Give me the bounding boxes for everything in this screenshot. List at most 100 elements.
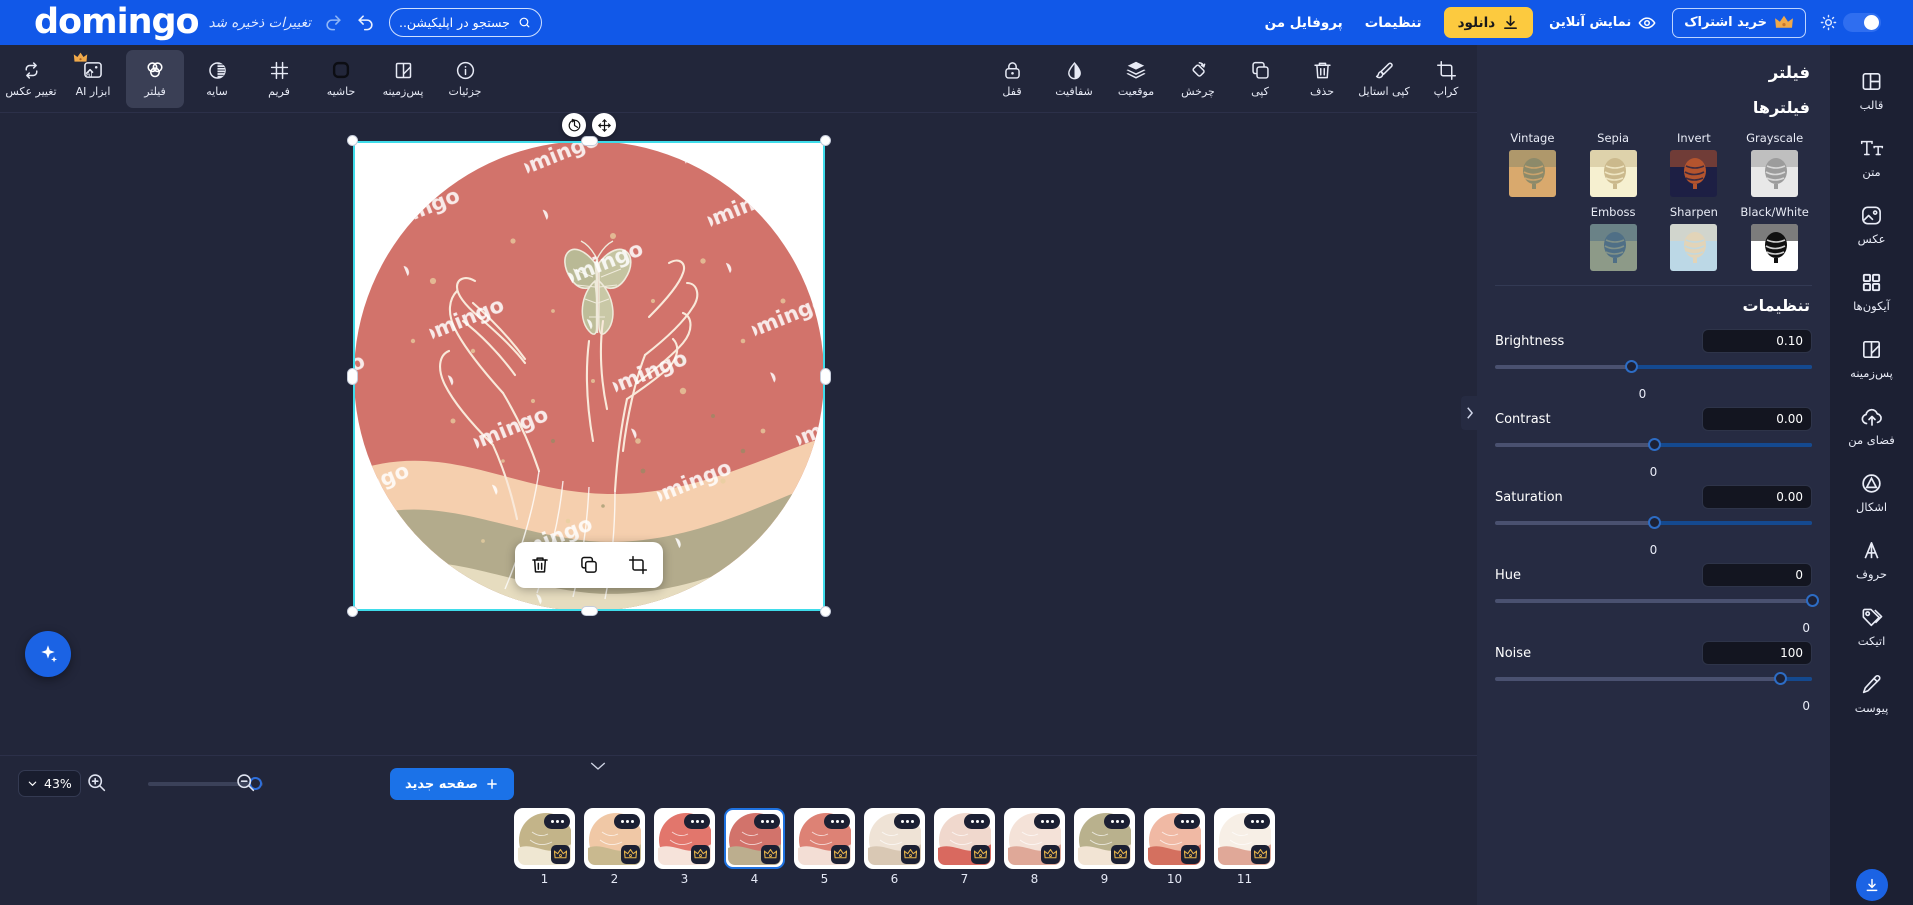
adjustment-slider[interactable] bbox=[1495, 515, 1812, 541]
adjustment-value-input[interactable]: 0.00 bbox=[1702, 485, 1812, 509]
resize-handle-top-right[interactable] bbox=[820, 135, 831, 146]
slider-knob[interactable] bbox=[1647, 516, 1661, 529]
sidebar-item-my-space[interactable]: فضای من bbox=[1835, 394, 1909, 458]
tool-delete[interactable]: حذف bbox=[1293, 50, 1351, 108]
resize-handle-middle-left[interactable] bbox=[347, 368, 358, 385]
new-page-button[interactable]: صفحه جدید bbox=[390, 768, 514, 800]
zoom-level-selector[interactable]: 43% bbox=[18, 770, 81, 797]
tool-lock[interactable]: قفل bbox=[983, 50, 1041, 108]
page-thumbnail-item[interactable]: 4 bbox=[724, 808, 785, 886]
thumbnail-menu-button[interactable] bbox=[684, 814, 710, 829]
tool-details[interactable]: جزئیات bbox=[436, 50, 494, 108]
adjustment-slider[interactable] bbox=[1495, 593, 1819, 619]
canvas-area[interactable]: domingo domingo bbox=[0, 113, 1477, 755]
filter-item-black-white[interactable]: Black/White bbox=[1737, 205, 1812, 271]
filter-item-grayscale[interactable]: Grayscale bbox=[1737, 131, 1812, 197]
zoom-in-button[interactable] bbox=[86, 772, 107, 793]
thumbnail-menu-button[interactable] bbox=[824, 814, 850, 829]
resize-handle-top-center[interactable] bbox=[581, 136, 598, 146]
adjustment-value-input[interactable]: 0.00 bbox=[1702, 407, 1812, 431]
redo-icon[interactable] bbox=[321, 10, 347, 36]
sidebar-item-template[interactable]: قالب bbox=[1835, 59, 1909, 123]
sidebar-item-background[interactable]: پس‌زمینه bbox=[1835, 327, 1909, 391]
tool-rotate[interactable]: چرخش bbox=[1169, 50, 1227, 108]
filter-item-sepia[interactable]: Sepia bbox=[1576, 131, 1651, 197]
online-preview-button[interactable]: نمایش آنلاین bbox=[1549, 14, 1656, 32]
sidebar-item-tag[interactable]: اتیکت bbox=[1835, 595, 1909, 659]
page-thumbnail[interactable] bbox=[1074, 808, 1135, 869]
page-thumbnail[interactable] bbox=[934, 808, 995, 869]
sidebar-download-fab[interactable] bbox=[1855, 869, 1888, 901]
move-icon[interactable] bbox=[592, 113, 616, 137]
filter-item-invert[interactable]: Invert bbox=[1657, 131, 1732, 197]
page-thumbnail[interactable] bbox=[1214, 808, 1275, 869]
slider-knob[interactable] bbox=[1647, 438, 1661, 451]
tool-duplicate[interactable]: کپی bbox=[1231, 50, 1289, 108]
page-thumbnail[interactable] bbox=[584, 808, 645, 869]
page-thumbnail-item[interactable]: 11 bbox=[1214, 808, 1275, 886]
resize-handle-top-left[interactable] bbox=[347, 135, 358, 146]
tool-frame[interactable]: فریم bbox=[250, 50, 308, 108]
settings-link[interactable]: تنظیمات bbox=[1365, 15, 1422, 31]
sidebar-item-letters[interactable]: حروف bbox=[1835, 528, 1909, 592]
thumbnail-menu-button[interactable] bbox=[1104, 814, 1130, 829]
ai-assistant-button[interactable] bbox=[25, 631, 71, 677]
collapse-pages-button[interactable] bbox=[589, 760, 607, 772]
page-thumbnail-item[interactable]: 1 bbox=[514, 808, 575, 886]
page-thumbnail-item[interactable]: 8 bbox=[1004, 808, 1065, 886]
tool-shadow[interactable]: سایه bbox=[188, 50, 246, 108]
adjustment-slider[interactable] bbox=[1495, 359, 1812, 385]
rotate-icon[interactable] bbox=[562, 113, 586, 137]
theme-toggle-switch[interactable] bbox=[1843, 13, 1881, 32]
page-thumbnail[interactable] bbox=[864, 808, 925, 869]
adjustment-value-input[interactable]: 0 bbox=[1702, 563, 1812, 587]
thumbnail-menu-button[interactable] bbox=[1174, 814, 1200, 829]
float-delete-icon[interactable] bbox=[530, 555, 550, 575]
thumbnail-menu-button[interactable] bbox=[614, 814, 640, 829]
sidebar-item-shapes[interactable]: اشکال bbox=[1835, 461, 1909, 525]
profile-link[interactable]: پروفایل من bbox=[1265, 15, 1343, 31]
resize-handle-bottom-left[interactable] bbox=[347, 606, 358, 617]
filter-item-sharpen[interactable]: Sharpen bbox=[1657, 205, 1732, 271]
tool-swap-image[interactable]: تغییر عکس bbox=[2, 50, 60, 108]
page-thumbnail[interactable] bbox=[724, 808, 785, 869]
sidebar-item-icons[interactable]: آیکون‌ها bbox=[1835, 260, 1909, 324]
page-thumbnails-strip[interactable]: 1 2 3 4 5 6 7 8 9 10 11 bbox=[0, 808, 1477, 902]
buy-subscription-button[interactable]: خرید اشتراک bbox=[1672, 7, 1806, 38]
page-thumbnail-item[interactable]: 7 bbox=[934, 808, 995, 886]
page-thumbnail-item[interactable]: 5 bbox=[794, 808, 855, 886]
sidebar-item-pencil[interactable]: پیوست bbox=[1835, 662, 1909, 726]
filter-item-emboss[interactable]: Emboss bbox=[1576, 205, 1651, 271]
download-button[interactable]: دانلود bbox=[1443, 7, 1534, 38]
page-thumbnail-item[interactable]: 10 bbox=[1144, 808, 1205, 886]
resize-handle-bottom-center[interactable] bbox=[581, 606, 598, 616]
page-thumbnail-item[interactable]: 2 bbox=[584, 808, 645, 886]
page-thumbnail[interactable] bbox=[1004, 808, 1065, 869]
tool-position[interactable]: موقعیت bbox=[1107, 50, 1165, 108]
thumbnail-menu-button[interactable] bbox=[754, 814, 780, 829]
tool-filter[interactable]: فیلتر bbox=[126, 49, 184, 108]
page-canvas[interactable]: domingo domingo bbox=[347, 113, 831, 617]
adjustment-value-input[interactable]: 0.10 bbox=[1702, 329, 1812, 353]
thumbnail-menu-button[interactable] bbox=[1034, 814, 1060, 829]
zoom-out-button[interactable] bbox=[235, 772, 256, 793]
page-thumbnail[interactable] bbox=[654, 808, 715, 869]
float-crop-icon[interactable] bbox=[628, 555, 648, 575]
tool-crop[interactable]: کراپ bbox=[1417, 50, 1475, 108]
slider-knob[interactable] bbox=[1806, 594, 1819, 607]
page-thumbnail[interactable] bbox=[794, 808, 855, 869]
tool-ai-tools[interactable]: AI ابزار AI bbox=[64, 50, 122, 108]
sidebar-item-image[interactable]: عکس bbox=[1835, 193, 1909, 257]
thumbnail-menu-button[interactable] bbox=[1244, 814, 1270, 829]
filter-item-vintage[interactable]: Vintage bbox=[1495, 131, 1570, 197]
resize-handle-middle-right[interactable] bbox=[820, 368, 831, 385]
thumbnail-menu-button[interactable] bbox=[544, 814, 570, 829]
thumbnail-menu-button[interactable] bbox=[964, 814, 990, 829]
tool-border[interactable]: حاشیه bbox=[312, 50, 370, 108]
undo-icon[interactable] bbox=[353, 10, 379, 36]
slider-knob[interactable] bbox=[1774, 672, 1788, 685]
adjustment-slider[interactable] bbox=[1495, 671, 1812, 697]
page-thumbnail-item[interactable]: 6 bbox=[864, 808, 925, 886]
page-thumbnail-item[interactable]: 9 bbox=[1074, 808, 1135, 886]
app-logo[interactable]: domingo bbox=[34, 5, 200, 40]
